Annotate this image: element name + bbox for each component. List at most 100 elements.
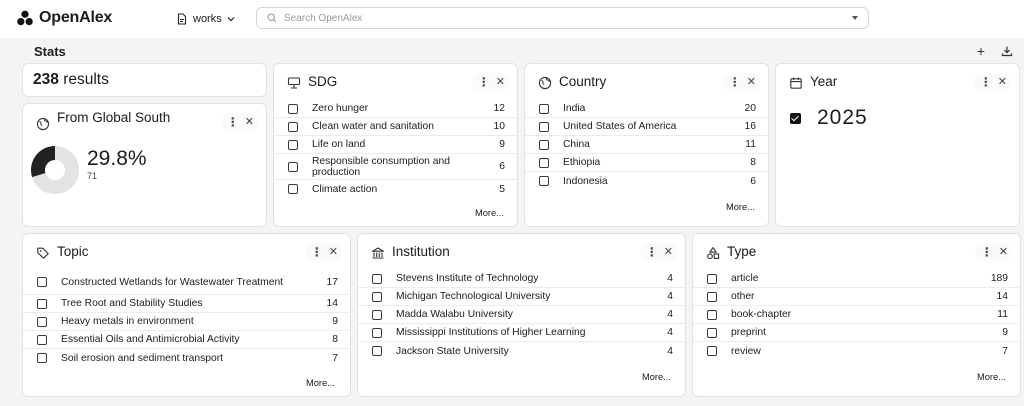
card-close-icon[interactable]: ✕	[747, 73, 756, 91]
sdg-filter-item[interactable]: Clean water and sanitation 10	[274, 118, 517, 136]
institution-filter-item[interactable]: Michigan Technological University 4	[358, 288, 685, 306]
topic-filter-item[interactable]: Constructed Wetlands for Wastewater Trea…	[23, 270, 350, 295]
checkbox[interactable]	[707, 327, 717, 338]
entity-type-selector[interactable]: works	[176, 8, 235, 30]
topic-filter-item[interactable]: Tree Root and Stability Studies 14	[23, 295, 350, 313]
type-filter-item[interactable]: book-chapter 11	[693, 306, 1020, 324]
checkbox[interactable]	[372, 291, 382, 302]
year-filter-item[interactable]: 2025	[790, 106, 868, 130]
country-more-button[interactable]: More...	[722, 200, 759, 214]
card-menu-icon[interactable]: ⋮	[978, 73, 994, 91]
type-card: Type ⋮ ✕ article 189 other 14 book-chapter 11…	[692, 233, 1021, 397]
card-menu-icon[interactable]: ⋮	[225, 113, 241, 131]
checkbox[interactable]	[539, 139, 549, 150]
sdg-filter-item[interactable]: Climate action 5	[274, 180, 517, 198]
search-input[interactable]: Search OpenAlex	[256, 7, 869, 29]
country-title: Country	[559, 74, 607, 89]
card-menu-icon[interactable]: ⋮	[644, 243, 660, 261]
card-menu-icon[interactable]: ⋮	[727, 73, 743, 91]
checkbox[interactable]	[539, 103, 549, 114]
card-close-icon[interactable]: ✕	[496, 73, 505, 91]
card-actions: ⋮ ✕	[304, 243, 342, 261]
sdg-item-count: 9	[499, 139, 505, 150]
type-item-label: other	[731, 291, 755, 302]
type-filter-item[interactable]: preprint 9	[693, 324, 1020, 342]
checkbox[interactable]	[372, 309, 382, 320]
checkbox[interactable]	[37, 334, 47, 345]
type-item-count: 11	[997, 309, 1008, 320]
topic-card: Topic ⋮ ✕ Constructed Wetlands for Waste…	[22, 233, 351, 397]
checkbox[interactable]	[288, 121, 298, 132]
card-close-icon[interactable]: ✕	[998, 73, 1007, 91]
checkbox[interactable]	[288, 184, 298, 194]
country-filter-item[interactable]: Ethiopia 8	[525, 154, 768, 172]
country-filter-item[interactable]: India 20	[525, 100, 768, 118]
checkbox[interactable]	[707, 309, 717, 320]
type-filter-item[interactable]: review 7	[693, 342, 1020, 360]
country-filter-item[interactable]: United States of America 16	[525, 118, 768, 136]
topic-filter-item[interactable]: Soil erosion and sediment transport 7	[23, 349, 350, 367]
type-item-count: 7	[1002, 345, 1008, 357]
checkbox[interactable]	[707, 291, 717, 302]
add-stat-button[interactable]: +	[971, 42, 991, 60]
checkbox[interactable]	[707, 273, 717, 284]
country-filter-item[interactable]: Indonesia 6	[525, 172, 768, 190]
topic-filter-item[interactable]: Essential Oils and Antimicrobial Activit…	[23, 331, 350, 349]
institution-item-count: 4	[667, 345, 673, 357]
checkbox[interactable]	[288, 139, 298, 150]
chevron-down-icon	[227, 17, 235, 22]
global-south-count: 71	[87, 171, 98, 181]
type-more-button[interactable]: More...	[973, 370, 1010, 384]
year-card: Year ⋮ ✕ 2025	[775, 63, 1020, 227]
country-item-label: Ethiopia	[563, 157, 601, 168]
openalex-logo-icon	[17, 10, 33, 26]
country-filter-item[interactable]: China 11	[525, 136, 768, 154]
country-item-label: United States of America	[563, 121, 677, 132]
card-menu-icon[interactable]: ⋮	[979, 243, 995, 261]
sdg-filter-item[interactable]: Life on land 9	[274, 136, 517, 154]
topic-more-button[interactable]: More...	[302, 376, 339, 390]
year-title: Year	[810, 74, 838, 89]
checked-checkbox[interactable]	[790, 112, 801, 124]
card-close-icon[interactable]: ✕	[999, 243, 1008, 261]
checkbox[interactable]	[37, 353, 47, 363]
checkbox[interactable]	[37, 316, 47, 327]
institution-filter-item[interactable]: Madda Walabu University 4	[358, 306, 685, 324]
checkbox[interactable]	[539, 121, 549, 132]
sdg-item-label: Clean water and sanitation	[312, 121, 434, 132]
checkbox[interactable]	[288, 103, 298, 114]
openalex-logo[interactable]: OpenAlex	[17, 9, 112, 27]
institution-filter-item[interactable]: Mississippi Institutions of Higher Learn…	[358, 324, 685, 342]
sdg-filter-item[interactable]: Zero hunger 12	[274, 100, 517, 118]
country-item-label: China	[563, 139, 590, 150]
card-close-icon[interactable]: ✕	[329, 243, 338, 261]
sdg-filter-item[interactable]: Responsible consumption and production 6	[274, 154, 517, 180]
card-close-icon[interactable]: ✕	[245, 113, 254, 131]
card-actions: ⋮ ✕	[974, 243, 1012, 261]
sdg-item-label: Climate action	[312, 183, 378, 195]
institution-filter-item[interactable]: Stevens Institute of Technology 4	[358, 270, 685, 288]
card-menu-icon[interactable]: ⋮	[309, 243, 325, 261]
checkbox[interactable]	[539, 176, 549, 186]
checkbox[interactable]	[372, 327, 382, 338]
checkbox[interactable]	[288, 161, 298, 172]
search-dropdown-icon[interactable]	[852, 16, 858, 20]
topic-filter-item[interactable]: Heavy metals in environment 9	[23, 313, 350, 331]
checkbox[interactable]	[37, 298, 47, 309]
card-close-icon[interactable]: ✕	[664, 243, 673, 261]
type-filter-item[interactable]: article 189	[693, 270, 1020, 288]
institution-filter-item[interactable]: Jackson State University 4	[358, 342, 685, 360]
checkbox[interactable]	[707, 346, 717, 356]
institution-more-button[interactable]: More...	[638, 370, 675, 384]
type-filter-item[interactable]: other 14	[693, 288, 1020, 306]
type-item-count: 14	[996, 291, 1008, 302]
card-menu-icon[interactable]: ⋮	[476, 73, 492, 91]
checkbox[interactable]	[539, 157, 549, 168]
checkbox[interactable]	[372, 346, 382, 356]
download-button[interactable]	[997, 42, 1017, 60]
checkbox[interactable]	[37, 277, 47, 287]
checkbox[interactable]	[372, 273, 382, 284]
institution-item-label: Jackson State University	[396, 345, 509, 357]
download-icon	[1001, 46, 1013, 57]
sdg-more-button[interactable]: More...	[471, 206, 508, 220]
